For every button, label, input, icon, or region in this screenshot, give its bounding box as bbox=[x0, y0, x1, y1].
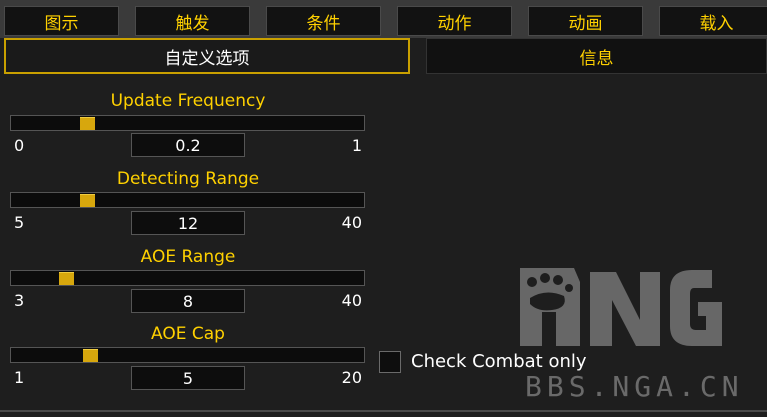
tab-animations[interactable]: 动画 bbox=[528, 6, 643, 36]
tab-conditions[interactable]: 条件 bbox=[266, 6, 381, 36]
slider-min-aoe-range: 3 bbox=[14, 291, 25, 310]
slider-max-aoe-range: 40 bbox=[341, 291, 362, 310]
slider-min-aoe-cap: 1 bbox=[14, 368, 25, 387]
slider-thumb-detecting-range[interactable] bbox=[79, 194, 95, 207]
value-input-update-frequency[interactable]: 0.2 bbox=[131, 133, 245, 157]
slider-track-update-frequency[interactable] bbox=[10, 115, 365, 131]
slider-max-update-frequency: 1 bbox=[351, 136, 362, 155]
slider-min-update-frequency: 0 bbox=[14, 136, 25, 155]
tab-load[interactable]: 载入 bbox=[659, 6, 767, 36]
slider-track-detecting-range[interactable] bbox=[10, 192, 365, 208]
nga-watermark-logo bbox=[520, 268, 722, 346]
tab-trigger[interactable]: 触发 bbox=[135, 6, 250, 36]
slider-title-aoe-cap: AOE Cap bbox=[151, 324, 225, 344]
tab-display[interactable]: 图示 bbox=[4, 6, 119, 36]
slider-track-aoe-cap[interactable] bbox=[10, 347, 365, 363]
slider-max-detecting-range: 40 bbox=[341, 213, 362, 232]
value-input-aoe-range[interactable]: 8 bbox=[131, 289, 245, 313]
bottom-divider bbox=[0, 410, 767, 412]
slider-min-detecting-range: 5 bbox=[14, 213, 25, 232]
slider-thumb-aoe-cap[interactable] bbox=[82, 349, 98, 362]
slider-title-aoe-range: AOE Range bbox=[140, 247, 236, 267]
check-combat-label: Check Combat only bbox=[411, 351, 587, 372]
check-combat-checkbox[interactable] bbox=[379, 351, 401, 373]
slider-title-update-frequency: Update Frequency bbox=[110, 91, 266, 111]
slider-title-detecting-range: Detecting Range bbox=[116, 169, 260, 189]
slider-thumb-update-frequency[interactable] bbox=[79, 117, 95, 130]
nga-watermark-text: BBS.NGA.CN bbox=[525, 370, 744, 403]
subtab-information[interactable]: 信息 bbox=[426, 38, 767, 74]
value-input-aoe-cap[interactable]: 5 bbox=[131, 366, 245, 390]
slider-thumb-aoe-range[interactable] bbox=[59, 272, 75, 285]
subtab-custom-options[interactable]: 自定义选项 bbox=[4, 38, 410, 74]
tab-actions[interactable]: 动作 bbox=[397, 6, 512, 36]
slider-max-aoe-cap: 20 bbox=[341, 368, 362, 387]
top-tab-bar: 图示 触发 条件 动作 动画 载入 bbox=[0, 0, 767, 38]
slider-track-aoe-range[interactable] bbox=[10, 270, 365, 286]
value-input-detecting-range[interactable]: 12 bbox=[131, 211, 245, 235]
